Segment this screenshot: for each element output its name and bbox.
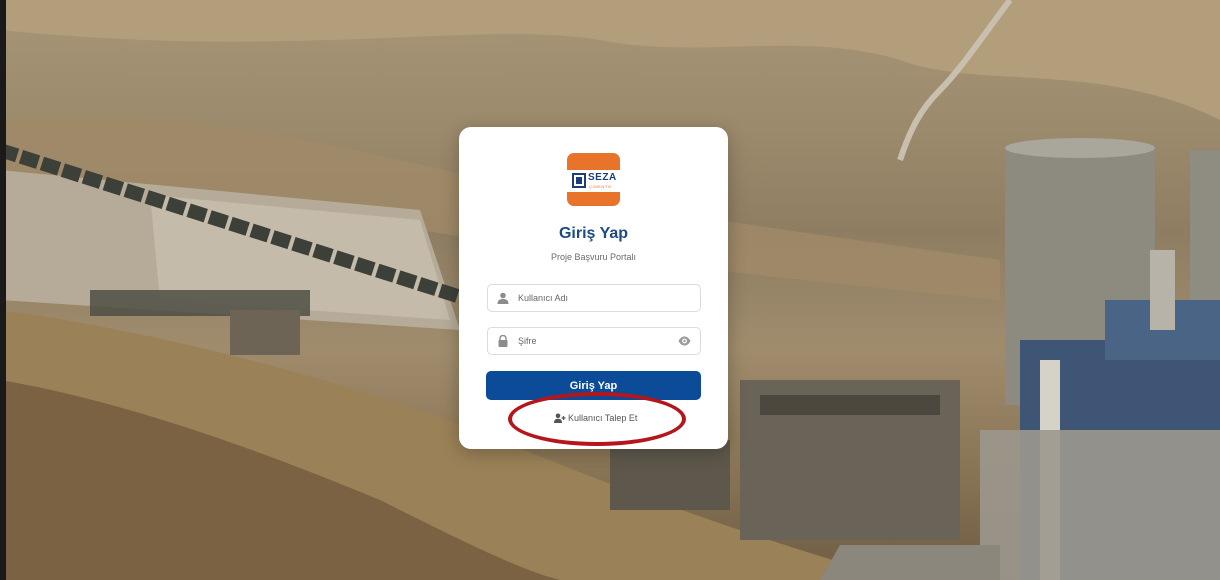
annotation-highlight-circle — [508, 392, 686, 446]
username-input[interactable] — [518, 289, 678, 307]
page-title: Giriş Yap — [558, 225, 629, 242]
logo-subtext: ÇİMENTO — [589, 184, 612, 189]
eye-icon[interactable] — [678, 336, 691, 346]
logo-text: SEZA — [588, 172, 617, 183]
username-field[interactable] — [487, 284, 701, 312]
left-frame-edge — [0, 0, 6, 580]
password-field[interactable] — [487, 327, 701, 355]
user-icon — [497, 292, 509, 304]
lock-icon — [498, 335, 508, 347]
brand-logo: SEZA ÇİMENTO — [567, 153, 620, 206]
logo-mark-icon — [572, 173, 586, 188]
password-input[interactable] — [518, 332, 678, 350]
page-subtitle: Proje Başvuru Portalı — [550, 252, 637, 262]
